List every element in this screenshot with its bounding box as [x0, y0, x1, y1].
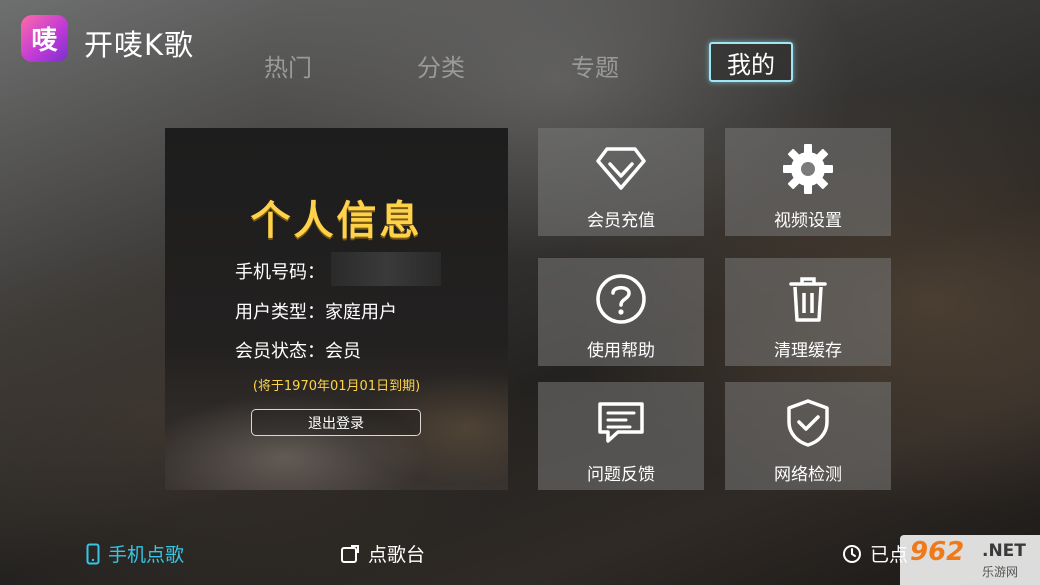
app-logo-glyph: 唛: [31, 26, 58, 56]
question-icon: [594, 272, 648, 326]
user-type-row: 用户类型：家庭用户: [235, 298, 397, 324]
tile-help[interactable]: 使用帮助: [538, 258, 704, 366]
shield-check-icon: [781, 396, 835, 450]
watermark-site-name: 乐游网: [982, 565, 1019, 579]
bottom-phone-song[interactable]: 手机点歌: [86, 540, 184, 567]
user-type-value: 家庭用户: [325, 302, 397, 323]
tile-membership-recharge[interactable]: 会员充值: [538, 128, 704, 236]
song-station-icon: [341, 544, 359, 563]
tile-label: 网络检测: [774, 465, 842, 485]
profile-title: 个人信息: [250, 198, 423, 244]
phone-row: 手机号码：: [235, 252, 441, 286]
site-watermark: 962 .NET 乐游网: [900, 535, 1040, 585]
tab-category[interactable]: 分类: [417, 48, 465, 83]
tile-label: 会员充值: [587, 211, 655, 231]
tile-label: 使用帮助: [587, 341, 655, 361]
tile-label: 问题反馈: [587, 465, 655, 485]
member-status-label: 会员状态：: [235, 341, 325, 362]
diamond-icon: [594, 142, 648, 196]
bottom-song-station-label: 点歌台: [368, 544, 426, 566]
app-title: 开唛K歌: [84, 28, 195, 62]
phone-label: 手机号码：: [235, 262, 325, 283]
tile-video-settings[interactable]: 视频设置: [725, 128, 891, 236]
tile-label: 清理缓存: [774, 341, 842, 361]
clock-icon: [843, 544, 861, 563]
watermark-net: .NET: [982, 541, 1026, 561]
tab-topic[interactable]: 专题: [571, 48, 619, 83]
gear-icon: [781, 142, 835, 196]
bottom-phone-song-label: 手机点歌: [108, 544, 185, 566]
bottom-ordered[interactable]: 已点: [842, 540, 908, 567]
tile-label: 视频设置: [774, 211, 842, 231]
bottom-song-station[interactable]: 点歌台: [340, 540, 425, 567]
tab-mine[interactable]: 我的: [709, 42, 793, 82]
user-type-label: 用户类型：: [235, 302, 325, 323]
tile-clear-cache[interactable]: 清理缓存: [725, 258, 891, 366]
logout-button[interactable]: 退出登录: [251, 409, 421, 436]
profile-card: 个人信息 手机号码： 用户类型：家庭用户 会员状态：会员 (将于1970年01月…: [165, 128, 508, 490]
app-logo: 唛: [21, 15, 68, 62]
member-status-value: 会员: [325, 341, 361, 362]
trash-icon: [781, 272, 835, 326]
phone-number-mask: [331, 252, 441, 286]
tab-hot[interactable]: 热门: [264, 48, 312, 83]
message-icon: [594, 396, 648, 450]
watermark-number: 962: [910, 537, 965, 567]
tile-network-check[interactable]: 网络检测: [725, 382, 891, 490]
membership-expiry: (将于1970年01月01日到期): [252, 379, 421, 394]
tile-feedback[interactable]: 问题反馈: [538, 382, 704, 490]
member-status-row: 会员状态：会员: [235, 337, 361, 363]
phone-icon: [86, 543, 100, 564]
